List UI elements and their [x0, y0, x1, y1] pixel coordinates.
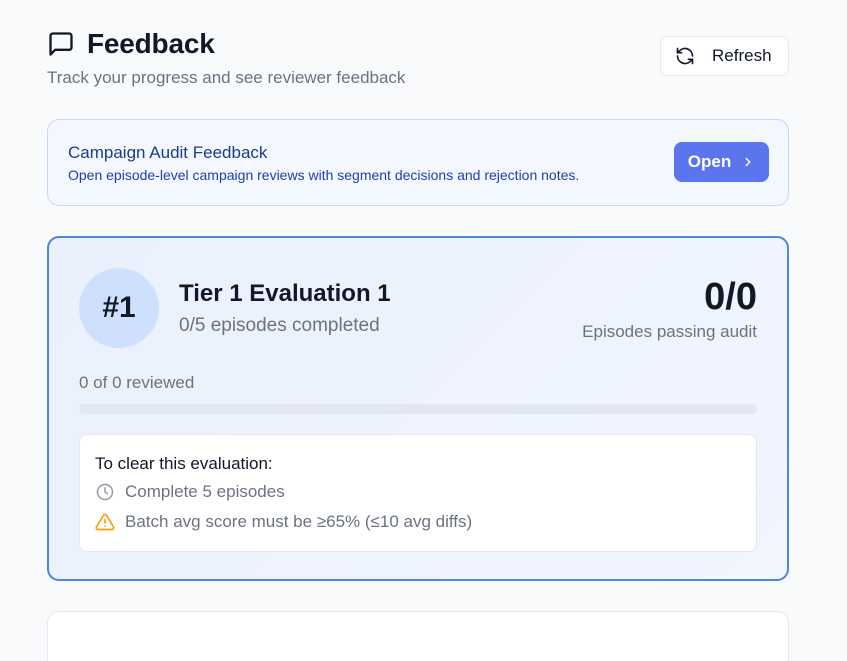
requirement-text: Batch avg score must be ≥65% (≤10 avg di… [125, 512, 473, 531]
banner-description: Open episode-level campaign reviews with… [68, 167, 580, 183]
next-evaluation-card [47, 611, 789, 661]
requirement-item: Complete 5 episodes [95, 482, 285, 502]
evaluation-title: Tier 1 Evaluation 1 [179, 280, 391, 307]
page-header: Feedback Track your progress and see rev… [47, 28, 789, 90]
chevron-right-icon [741, 155, 755, 169]
rank-badge: #1 [79, 268, 159, 348]
refresh-icon [675, 46, 695, 66]
requirement-item: Batch avg score must be ≥65% (≤10 avg di… [95, 512, 472, 532]
open-button[interactable]: Open [674, 142, 769, 182]
warning-triangle-icon [95, 512, 115, 532]
review-progress-bar [79, 404, 757, 414]
refresh-label: Refresh [712, 46, 772, 65]
open-label: Open [687, 152, 732, 171]
clock-icon [95, 482, 115, 502]
banner-title: Campaign Audit Feedback [68, 143, 268, 162]
message-square-icon [47, 30, 75, 58]
episodes-completed: 0/5 episodes completed [179, 315, 380, 336]
refresh-button[interactable]: Refresh [660, 36, 789, 76]
requirements-title: To clear this evaluation: [95, 454, 273, 473]
requirements-box: To clear this evaluation: Complete 5 epi… [79, 434, 757, 552]
campaign-audit-banner: Campaign Audit Feedback Open episode-lev… [47, 119, 789, 206]
reviewed-count: 0 of 0 reviewed [79, 373, 195, 392]
requirement-text: Complete 5 episodes [125, 482, 285, 501]
audit-score-label: Episodes passing audit [582, 322, 757, 341]
evaluation-card[interactable]: #1 Tier 1 Evaluation 1 0/5 episodes comp… [47, 236, 789, 581]
audit-score: 0/0 [704, 276, 757, 318]
page-title: Feedback [87, 28, 215, 59]
feedback-page: Feedback Track your progress and see rev… [0, 0, 847, 661]
